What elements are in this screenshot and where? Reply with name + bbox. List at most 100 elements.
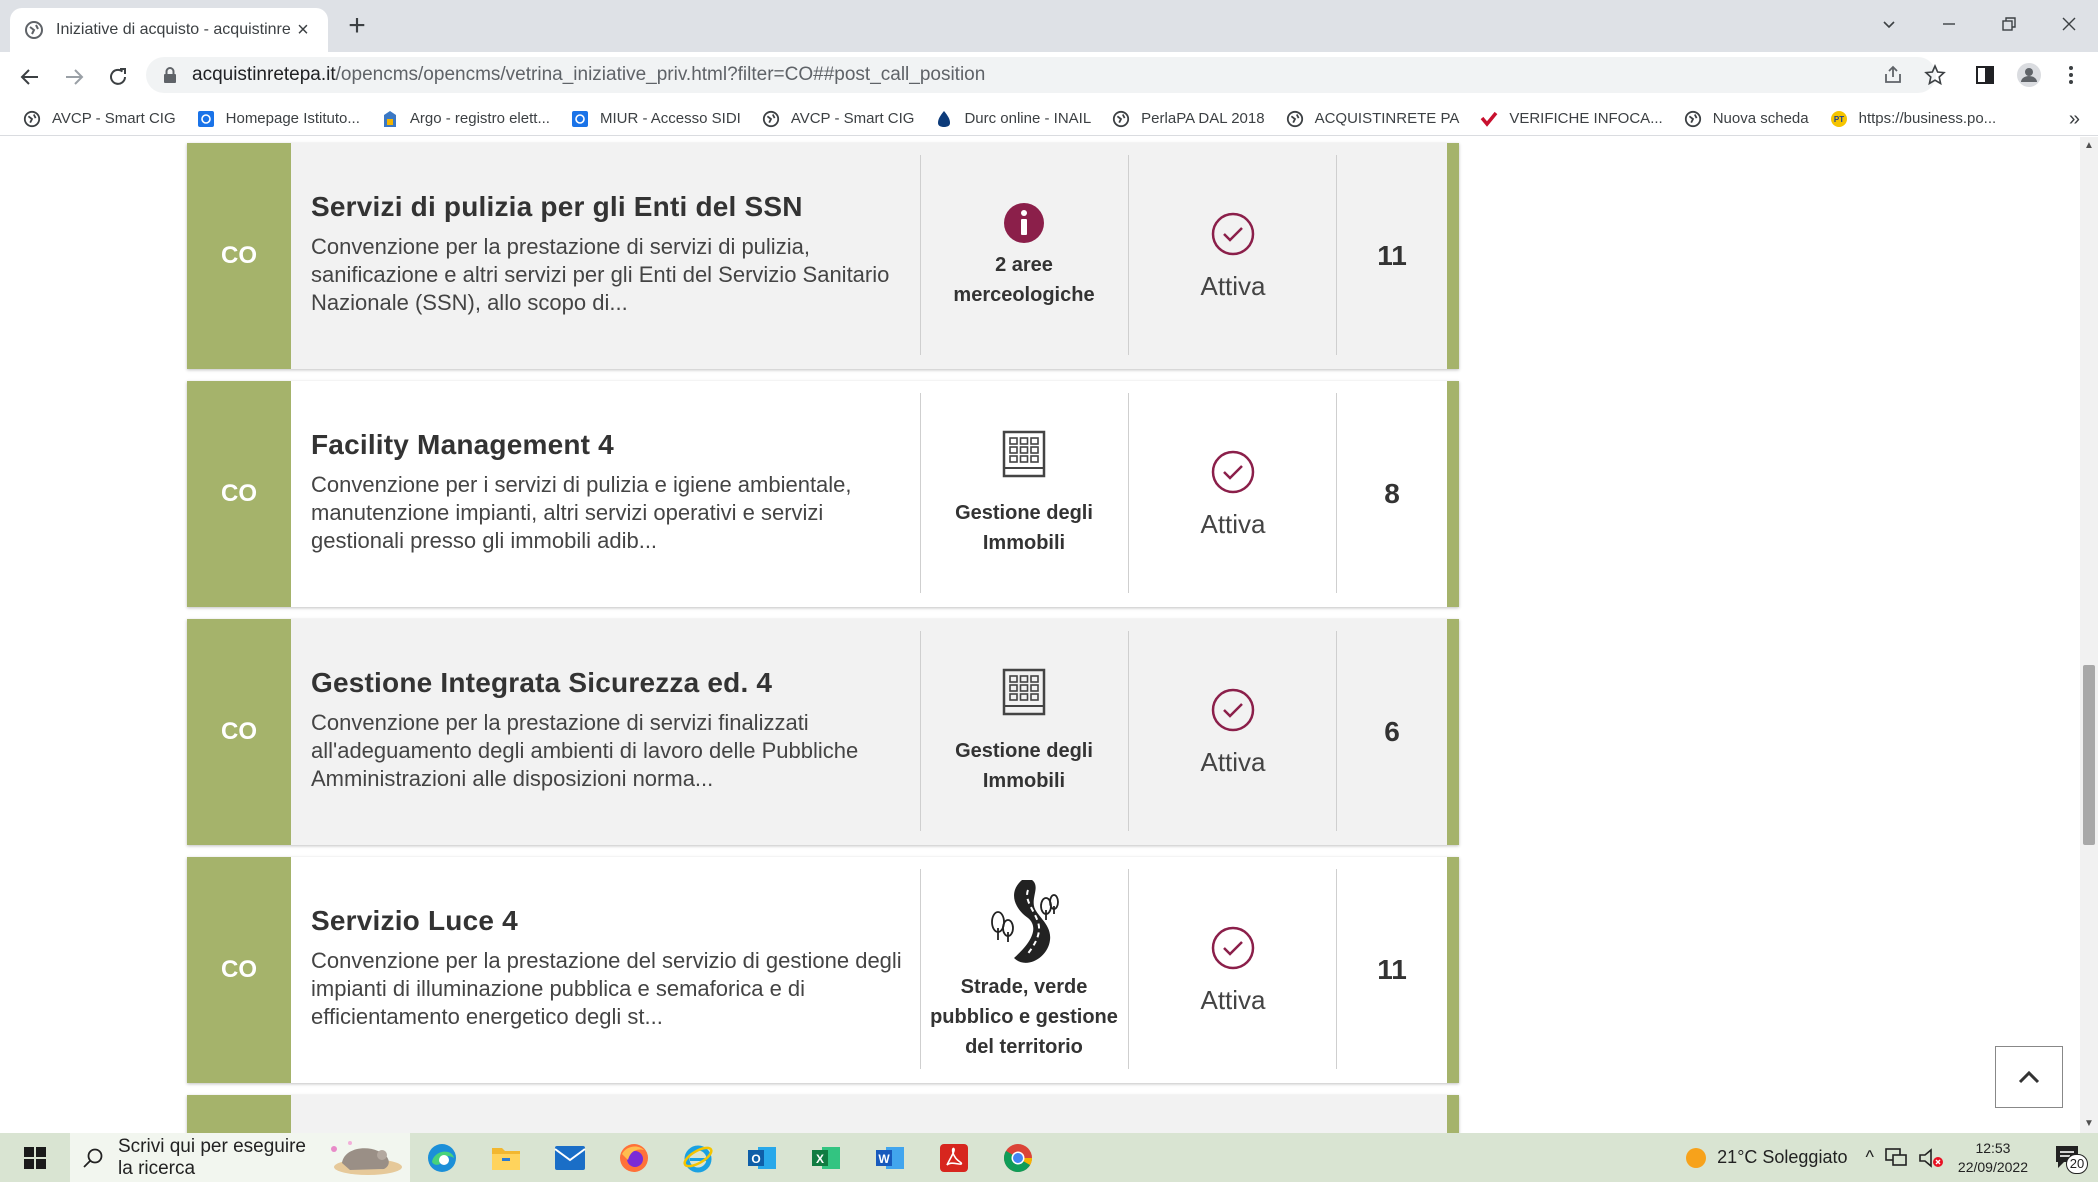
- start-button[interactable]: [0, 1133, 70, 1182]
- acrobat-app-icon[interactable]: [922, 1133, 986, 1182]
- share-icon[interactable]: [1878, 60, 1908, 90]
- initiative-title[interactable]: Gestione Integrata Sicurezza ed. 4: [311, 667, 772, 699]
- globe-icon: [22, 109, 42, 129]
- bookmark-item[interactable]: AVCP - Smart CIG: [761, 109, 914, 129]
- scroll-down-arrow-icon[interactable]: ▼: [2080, 1115, 2098, 1133]
- chevron-up-icon[interactable]: ^: [1865, 1147, 1873, 1168]
- bookmark-item[interactable]: Durc online - INAIL: [934, 109, 1091, 129]
- globe-icon: [1683, 109, 1703, 129]
- bookmark-item[interactable]: ACQUISTINRETE PA: [1285, 109, 1459, 129]
- new-tab-button[interactable]: +: [342, 11, 372, 42]
- building-icon: [1002, 668, 1046, 716]
- status-cell: Attiva: [1129, 143, 1337, 369]
- lots-count: 11: [1377, 954, 1407, 985]
- outlook-app-icon[interactable]: O: [730, 1133, 794, 1182]
- bookmarks-bar: AVCP - Smart CIG Homepage Istituto... Ar…: [0, 102, 2098, 136]
- network-icon[interactable]: [1884, 1147, 1908, 1169]
- reload-button[interactable]: [102, 61, 134, 93]
- svg-text:X: X: [816, 1152, 824, 1166]
- bookmark-item[interactable]: MIUR - Accesso SIDI: [570, 109, 741, 129]
- svg-text:PT: PT: [1833, 115, 1843, 124]
- bookmark-item[interactable]: Nuova scheda: [1683, 109, 1809, 129]
- volume-muted-icon[interactable]: [1918, 1147, 1944, 1169]
- system-tray: 21°C Soleggiato ^ 12:53 22/09/2022 20: [1683, 1133, 2098, 1182]
- lots-count: 6: [1384, 716, 1400, 747]
- category-label: Strade, verde pubblico e gestione del te…: [930, 976, 1118, 1058]
- initiative-type-badge: CO: [187, 619, 291, 845]
- side-panel-icon[interactable]: [1970, 60, 2000, 90]
- category-cell: Gestione degli Immobili: [920, 381, 1128, 607]
- page-viewport: CO Servizi di pulizia per gli Enti del S…: [0, 137, 2080, 1133]
- status-cell: Attiva: [1129, 619, 1337, 845]
- profile-icon[interactable]: [2014, 60, 2044, 90]
- browser-tab[interactable]: Iniziative di acquisto - acquistinre ×: [10, 8, 328, 52]
- bookmark-item[interactable]: Argo - registro elett...: [380, 109, 550, 129]
- mail-app-icon[interactable]: [538, 1133, 602, 1182]
- search-icon: [83, 1148, 103, 1168]
- edge-app-icon[interactable]: [410, 1133, 474, 1182]
- check-circle-icon: [1211, 450, 1255, 493]
- firefox-app-icon[interactable]: [602, 1133, 666, 1182]
- minimize-button[interactable]: [1926, 8, 1972, 40]
- initiative-card[interactable]: CO Gestione Integrata Sicurezza ed. 4 Co…: [187, 619, 1459, 845]
- initiative-description: Convenzione per i servizi di pulizia e i…: [311, 472, 852, 553]
- search-placeholder: Scrivi qui per eseguire la ricerca: [118, 1135, 306, 1179]
- scrollbar-thumb[interactable]: [2083, 665, 2095, 845]
- tab-title: Iniziative di acquisto - acquistinre: [56, 21, 291, 38]
- initiative-card-partial[interactable]: [187, 1095, 1459, 1133]
- clock-date: 22/09/2022: [1957, 1158, 2028, 1175]
- category-label: Gestione degli Immobili: [955, 502, 1093, 554]
- status-label: Attiva: [1200, 746, 1266, 777]
- weather-sun-icon: [1686, 1147, 1707, 1168]
- initiative-type-badge: CO: [187, 143, 291, 369]
- category-label: Gestione degli Immobili: [955, 740, 1093, 792]
- back-to-top-button[interactable]: [1995, 1046, 2063, 1108]
- internet-explorer-icon[interactable]: [666, 1133, 730, 1182]
- bookmark-item[interactable]: AVCP - Smart CIG: [22, 109, 176, 129]
- check-circle-icon: [1211, 926, 1255, 969]
- initiative-card[interactable]: CO Servizio Luce 4 Convenzione per la pr…: [187, 857, 1459, 1083]
- page-scrollbar[interactable]: ▲ ▼: [2080, 137, 2098, 1133]
- check-circle-icon: [1211, 688, 1255, 731]
- notification-center-button[interactable]: 20: [2050, 1138, 2090, 1178]
- bookmark-item[interactable]: VERIFICHE INFOCA...: [1479, 109, 1663, 129]
- initiative-title[interactable]: Servizi di pulizia per gli Enti del SSN: [311, 191, 803, 223]
- miur-icon: [570, 109, 590, 129]
- close-window-button[interactable]: [2046, 8, 2092, 40]
- infocamere-icon: [1479, 109, 1499, 129]
- menu-kebab-icon[interactable]: [2056, 60, 2086, 90]
- weather-text[interactable]: 21°C Soleggiato: [1717, 1147, 1847, 1168]
- bookmark-item[interactable]: Homepage Istituto...: [196, 109, 360, 129]
- system-clock[interactable]: 12:53 22/09/2022: [1958, 1139, 2028, 1177]
- initiative-type-badge: [187, 1095, 291, 1133]
- bookmark-star-icon[interactable]: [1920, 60, 1950, 90]
- chrome-app-icon[interactable]: [986, 1133, 1050, 1182]
- taskbar-search[interactable]: Scrivi qui per eseguire la ricerca: [70, 1133, 410, 1182]
- globe-icon: [1111, 109, 1131, 129]
- tab-search-icon[interactable]: [1866, 8, 1912, 40]
- column-divider: [1336, 869, 1337, 1069]
- notification-count-badge: 20: [2066, 1153, 2088, 1174]
- status-label: Attiva: [1200, 508, 1266, 539]
- info-icon: [1004, 203, 1044, 243]
- bookmarks-overflow-button[interactable]: »: [2069, 108, 2080, 131]
- bookmark-item[interactable]: PT https://business.po...: [1829, 109, 1996, 129]
- status-label: Attiva: [1200, 984, 1266, 1015]
- globe-icon: [761, 109, 781, 129]
- initiative-title[interactable]: Servizio Luce 4: [311, 905, 518, 937]
- initiative-card[interactable]: CO Servizi di pulizia per gli Enti del S…: [187, 143, 1459, 369]
- initiative-card[interactable]: CO Facility Management 4 Convenzione per…: [187, 381, 1459, 607]
- word-app-icon[interactable]: W: [858, 1133, 922, 1182]
- tab-close-icon[interactable]: ×: [292, 19, 314, 41]
- check-circle-icon: [1211, 212, 1255, 255]
- file-explorer-icon[interactable]: [474, 1133, 538, 1182]
- excel-app-icon[interactable]: X: [794, 1133, 858, 1182]
- forward-button[interactable]: [58, 61, 90, 93]
- bookmark-item[interactable]: PerlaPA DAL 2018: [1111, 109, 1265, 129]
- restore-button[interactable]: [1986, 8, 2032, 40]
- back-button[interactable]: [14, 61, 46, 93]
- scroll-up-arrow-icon[interactable]: ▲: [2080, 137, 2098, 155]
- address-bar[interactable]: acquistinretepa.it/opencms/opencms/vetri…: [146, 57, 1936, 93]
- initiative-title[interactable]: Facility Management 4: [311, 429, 614, 461]
- svg-text:O: O: [751, 1152, 760, 1166]
